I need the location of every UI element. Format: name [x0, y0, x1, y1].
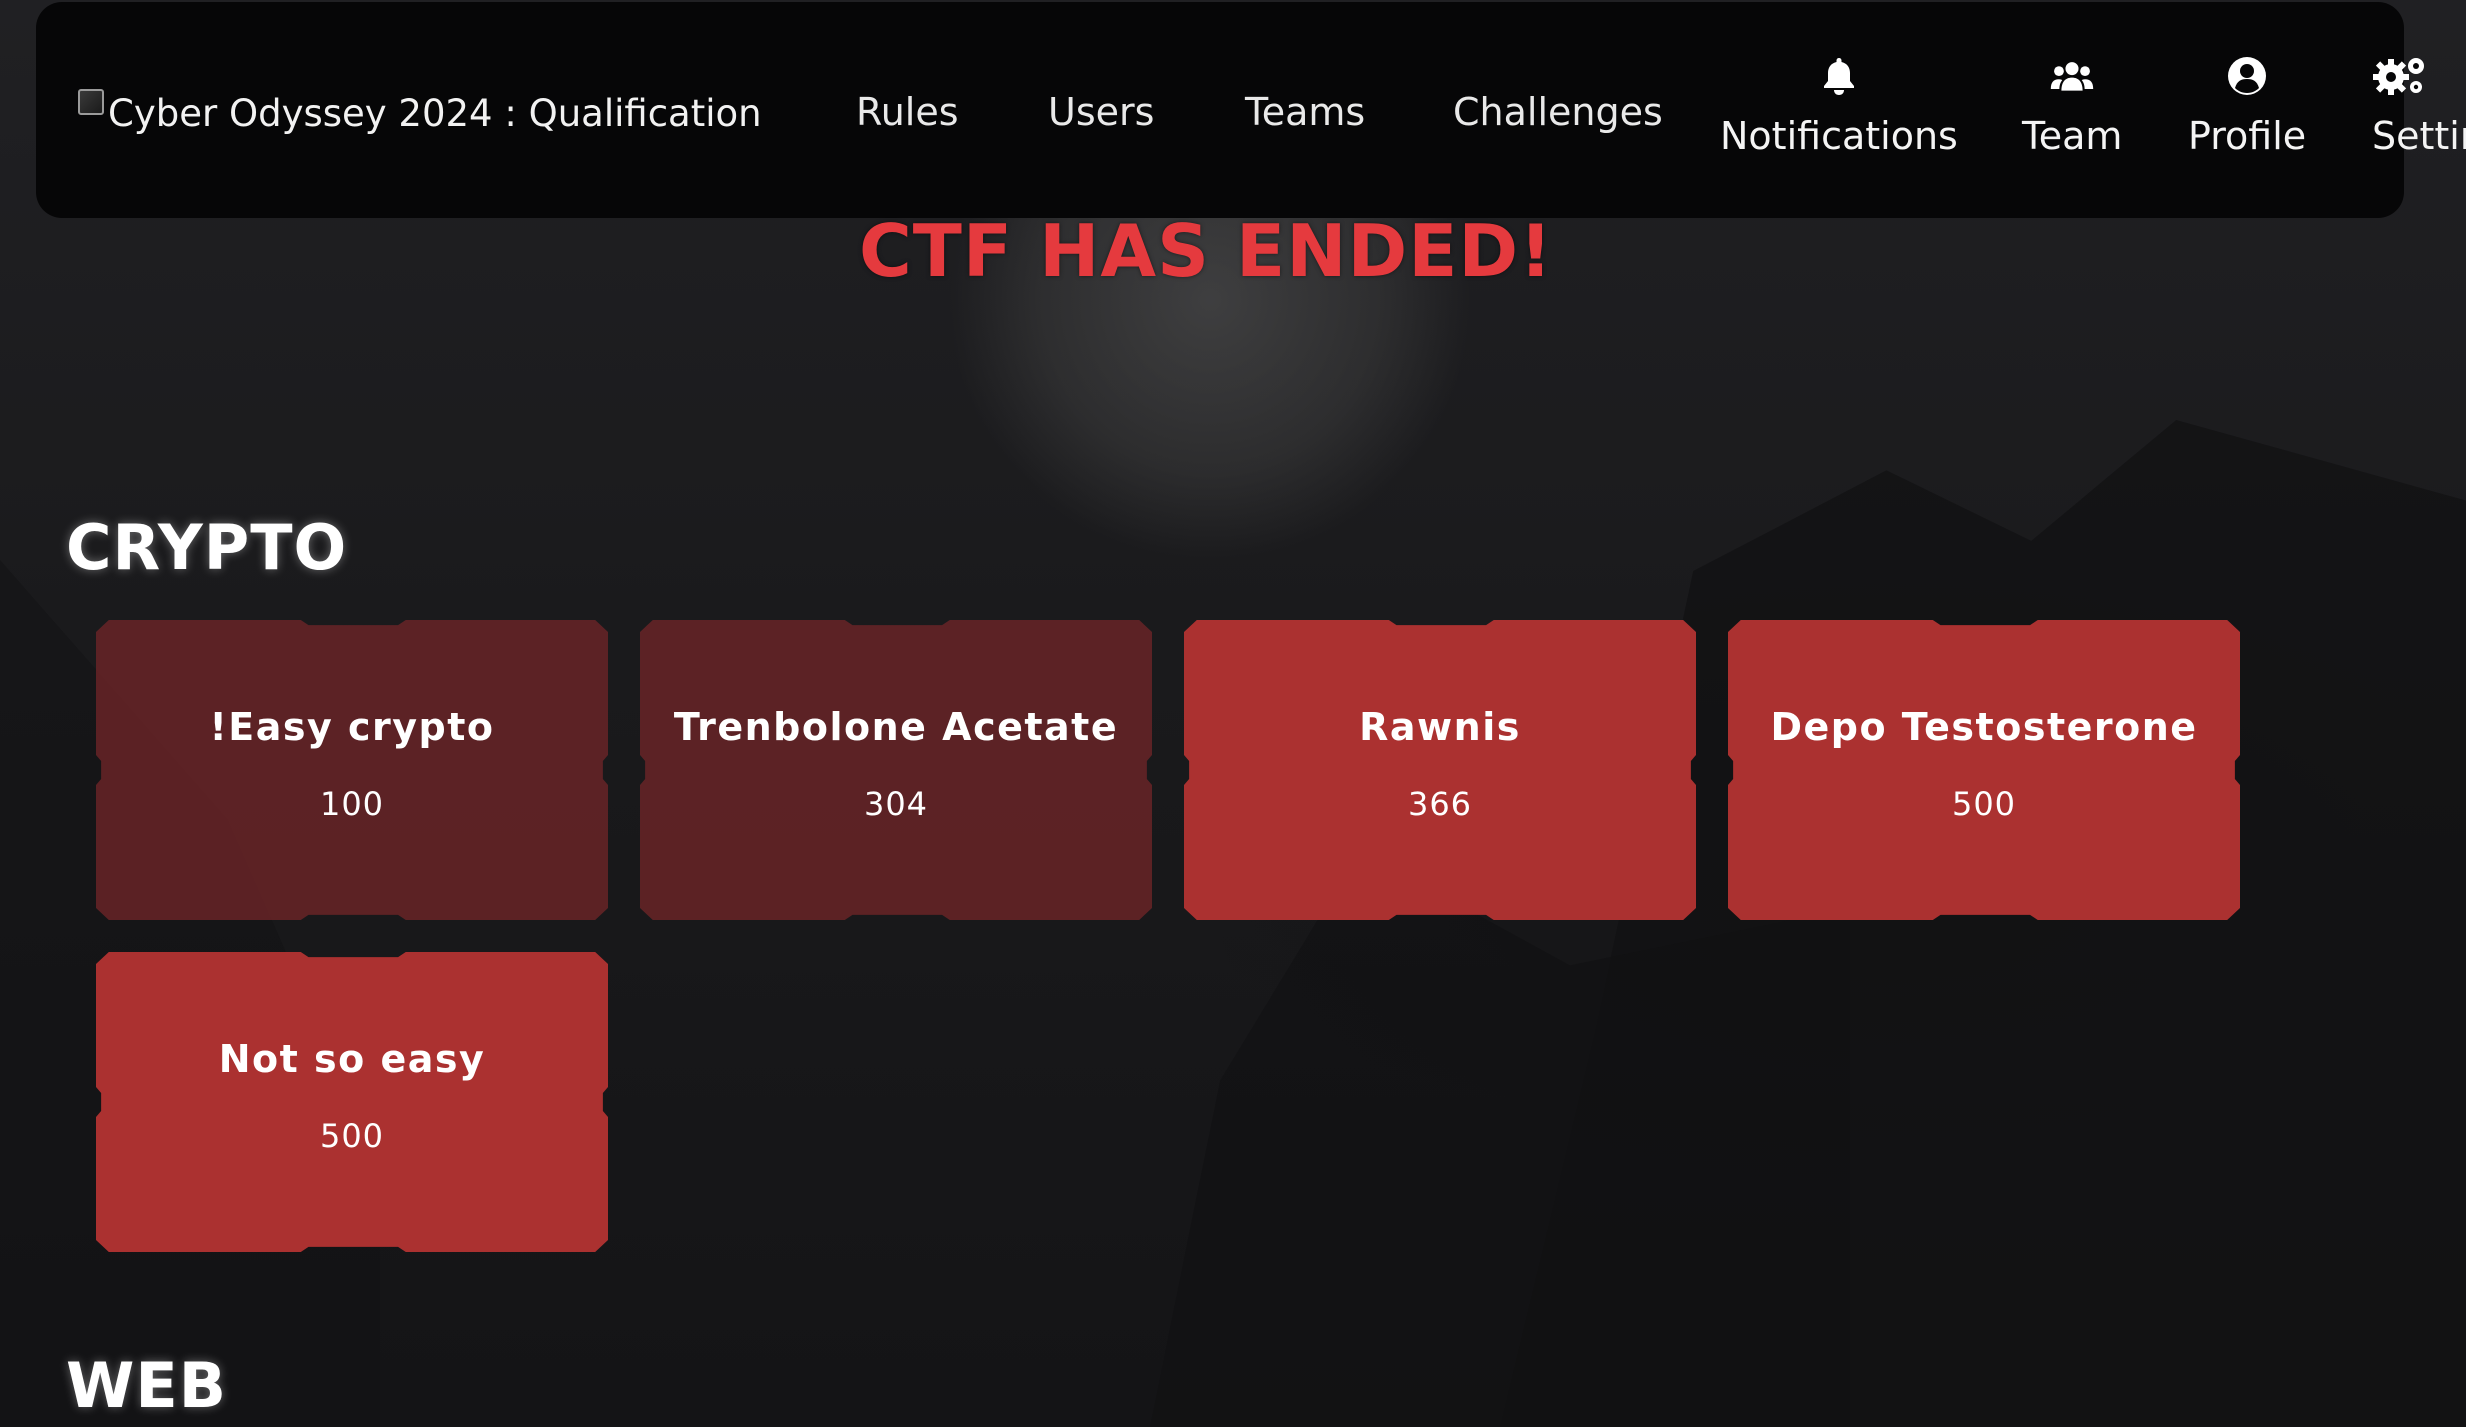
nav-profile-label: Profile	[2188, 114, 2307, 158]
challenge-card[interactable]: !Easy crypto 100	[96, 620, 608, 920]
challenge-points: 500	[319, 1117, 385, 1155]
challenge-points: 366	[1407, 785, 1473, 823]
challenge-card[interactable]: Trenbolone Acetate 304	[640, 620, 1152, 920]
broken-image-icon	[78, 89, 104, 115]
bell-icon	[1817, 54, 1861, 98]
ctf-ended-banner: CTF HAS ENDED!	[858, 209, 1554, 293]
challenge-name: !Easy crypto	[209, 705, 495, 749]
challenge-name: Depo Testosterone	[1770, 705, 2198, 749]
challenge-name: Not so easy	[218, 1037, 486, 1081]
nav-settings[interactable]: Settings	[2372, 54, 2466, 162]
nav-link-rules[interactable]: Rules	[856, 80, 959, 144]
challenge-points: 500	[1951, 785, 2017, 823]
top-navbar: Cyber Odyssey 2024 : Qualification Rules…	[36, 2, 2466, 218]
category-title-web: WEB	[66, 1349, 227, 1422]
challenge-name: Trenbolone Acetate	[673, 705, 1119, 749]
challenge-card[interactable]: Rawnis 366	[1184, 620, 1696, 920]
background-silhouette	[1150, 850, 1850, 1427]
challenge-card[interactable]: Depo Testosterone 500	[1728, 620, 2240, 920]
category-title-crypto: CRYPTO	[66, 511, 348, 584]
user-circle-icon	[2225, 54, 2269, 98]
nav-notifications[interactable]: Notifications	[1720, 54, 1958, 162]
challenge-points: 304	[863, 785, 929, 823]
users-icon	[2050, 54, 2094, 98]
nav-notifications-label: Notifications	[1720, 114, 1958, 158]
nav-profile[interactable]: Profile	[2188, 54, 2306, 162]
nav-link-users[interactable]: Users	[1048, 80, 1154, 144]
nav-team[interactable]: Team	[2022, 54, 2122, 162]
nav-settings-label: Settings	[2372, 114, 2466, 158]
page: Cyber Odyssey 2024 : Qualification Rules…	[0, 0, 2466, 1427]
cogs-icon	[2372, 54, 2428, 98]
nav-team-label: Team	[2022, 114, 2123, 158]
brand-logo-link[interactable]: Cyber Odyssey 2024 : Qualification	[78, 84, 770, 144]
challenge-card[interactable]: Not so easy 500	[96, 952, 608, 1252]
brand-text: Cyber Odyssey 2024 : Qualification	[108, 92, 762, 135]
nav-link-teams[interactable]: Teams	[1245, 80, 1365, 144]
challenge-name: Rawnis	[1359, 705, 1521, 749]
nav-link-challenges[interactable]: Challenges	[1453, 80, 1663, 144]
challenge-points: 100	[319, 785, 385, 823]
